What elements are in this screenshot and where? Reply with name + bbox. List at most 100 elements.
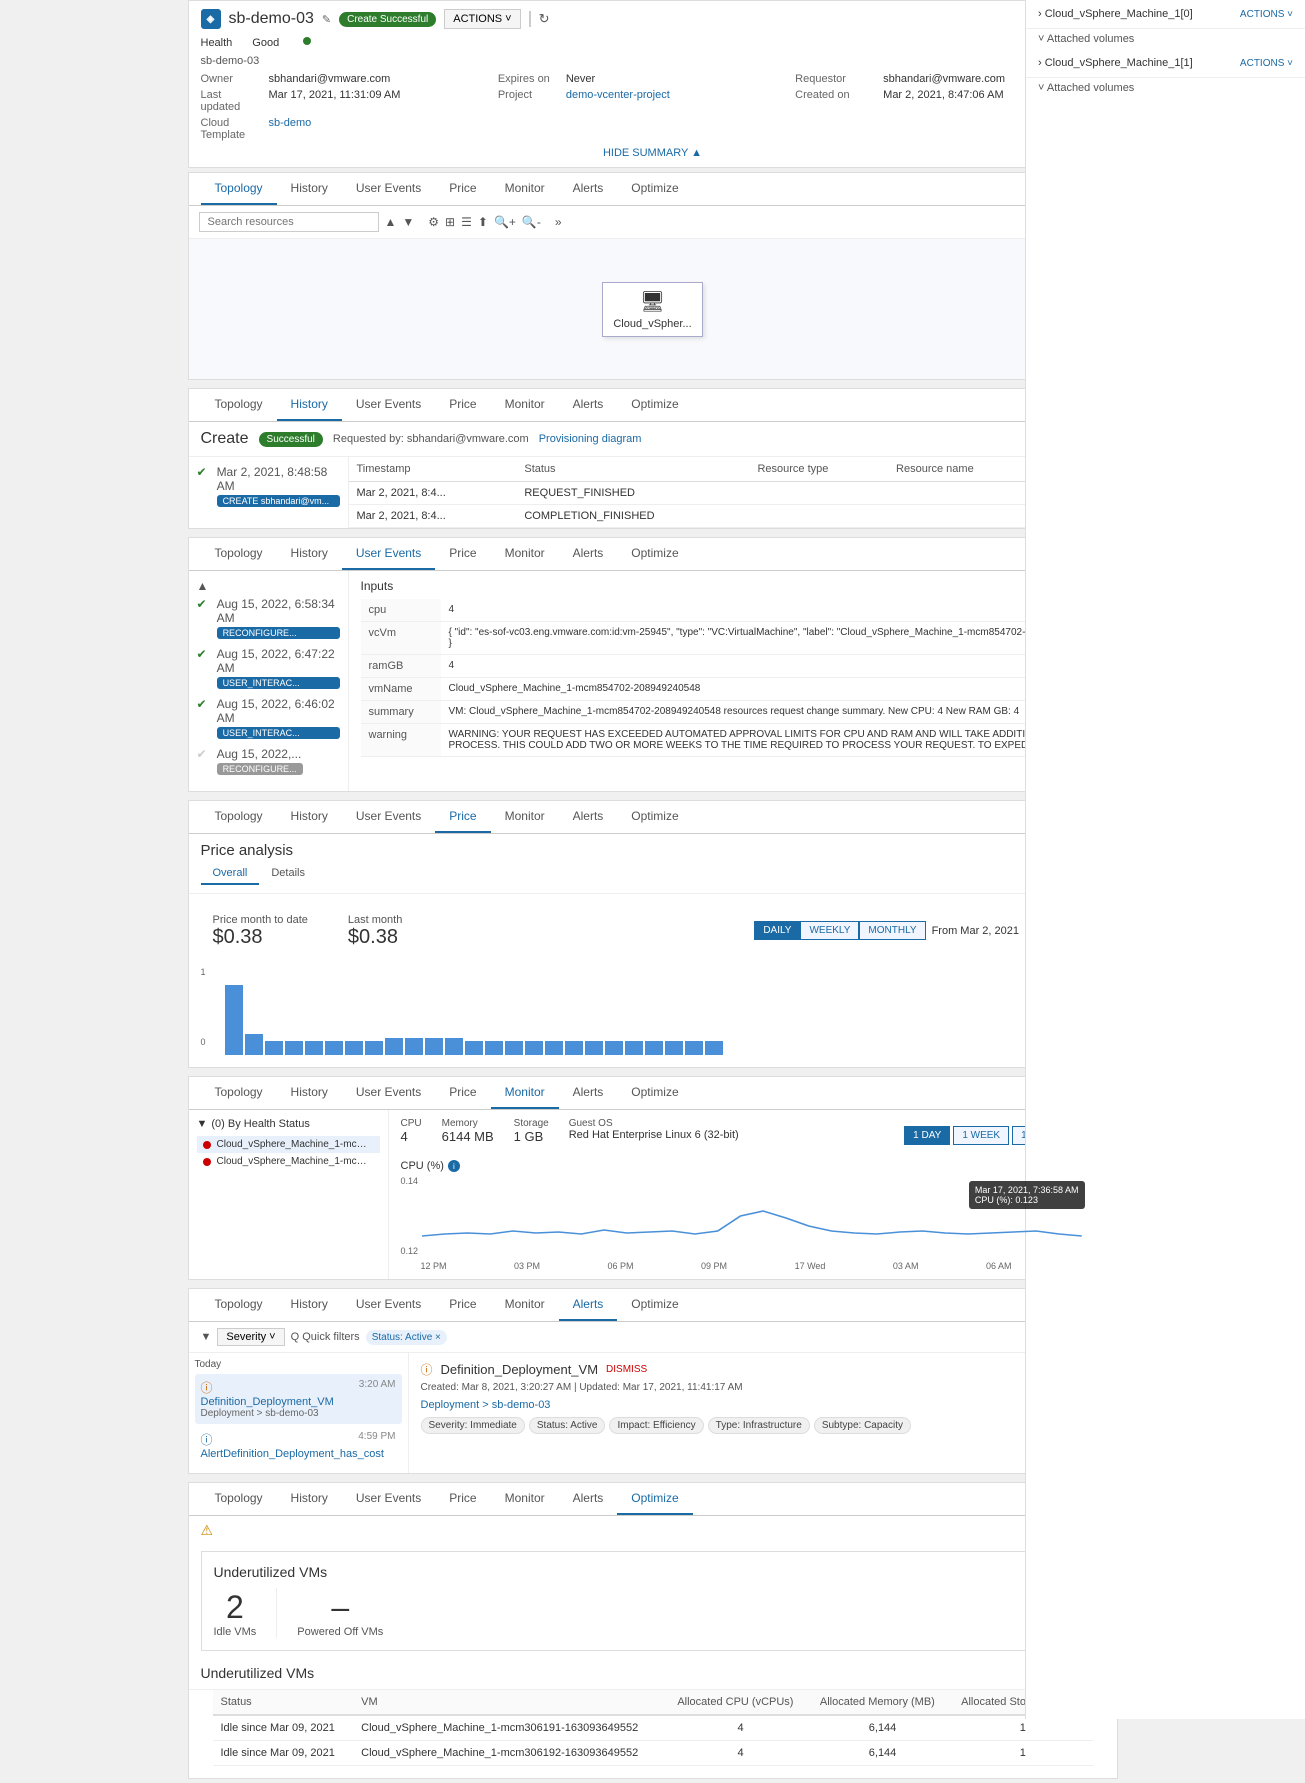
tab-topology-4[interactable]: Topology [201, 801, 277, 833]
tab-optimize-2[interactable]: Optimize [617, 389, 692, 421]
quick-filter-input[interactable]: Q Quick filters [291, 1331, 360, 1343]
edit-icon[interactable]: ✎ [322, 13, 331, 26]
col-resource-type: Resource type [749, 457, 888, 482]
optimize-title: Underutilized VMs [214, 1564, 1092, 1588]
tab-optimize-4[interactable]: Optimize [617, 801, 692, 833]
price-bar [565, 1041, 583, 1055]
xaxis-label: 06 PM [608, 1261, 634, 1271]
input-row: vmNameCloud_vSphere_Machine_1-mcm854702-… [361, 678, 1105, 701]
tab-optimize-5[interactable]: Optimize [617, 1077, 692, 1109]
list-icon[interactable]: ☰ [461, 215, 472, 229]
event-badge[interactable]: CREATE sbhandari@vm... [217, 495, 340, 507]
zoom-in-icon[interactable]: 🔍+ [494, 215, 516, 229]
ue-badge-3[interactable]: USER_INTERAC... [217, 727, 340, 739]
tab-price-7[interactable]: Price [435, 1483, 490, 1515]
opt-memory: 6,144 [812, 1741, 953, 1766]
tab-topology-7[interactable]: Topology [201, 1483, 277, 1515]
vm-node[interactable]: 🖥 Cloud_vSpher... [602, 282, 702, 337]
tab-monitor-4[interactable]: Monitor [491, 801, 559, 833]
storage-value: 1 GB [514, 1129, 549, 1144]
tab-monitor-7[interactable]: Monitor [491, 1483, 559, 1515]
ue-badge-2[interactable]: USER_INTERAC... [217, 677, 340, 689]
tab-user-events-4[interactable]: User Events [342, 801, 435, 833]
tab-topology-5[interactable]: Topology [201, 1077, 277, 1109]
monitor-1day[interactable]: 1 DAY [904, 1126, 950, 1145]
tab-monitor-2[interactable]: Monitor [491, 389, 559, 421]
tab-optimize-6[interactable]: Optimize [617, 1289, 692, 1321]
zoom-out-icon[interactable]: 🔍- [522, 215, 541, 229]
tab-user-events-5[interactable]: User Events [342, 1077, 435, 1109]
monitor-vm-0[interactable]: Cloud_vSphere_Machine_1-mcm306191-163093… [197, 1136, 380, 1153]
tab-alerts-4[interactable]: Alerts [559, 801, 618, 833]
period-daily[interactable]: DAILY [754, 921, 800, 940]
tab-history-7[interactable]: History [277, 1483, 342, 1515]
monitor-vm-1[interactable]: Cloud_vSphere_Machine_1-mcm306192-163093… [197, 1153, 380, 1170]
tab-topology-3[interactable]: Topology [201, 538, 277, 570]
tab-monitor-1[interactable]: Monitor [491, 173, 559, 205]
period-weekly[interactable]: WEEKLY [800, 921, 859, 940]
tab-monitor-3[interactable]: Monitor [491, 538, 559, 570]
tab-history-1[interactable]: History [277, 173, 342, 205]
tab-optimize-3[interactable]: Optimize [617, 538, 692, 570]
tab-monitor-6[interactable]: Monitor [491, 1289, 559, 1321]
ue-badge-4[interactable]: RECONFIGURE... [217, 763, 303, 775]
tab-history-2[interactable]: History [277, 389, 342, 421]
tab-user-events-1[interactable]: User Events [342, 173, 435, 205]
owner-value: sbhandari@vmware.com [269, 73, 490, 85]
tab-user-events-3[interactable]: User Events [342, 538, 435, 570]
provisioning-diagram-link[interactable]: Provisioning diagram [539, 433, 642, 445]
actions-button[interactable]: ACTIONS ˅ [444, 9, 520, 29]
tab-user-events-2[interactable]: User Events [342, 389, 435, 421]
hide-summary-btn[interactable]: HIDE SUMMARY ▲ [201, 147, 1105, 159]
tab-history-5[interactable]: History [277, 1077, 342, 1109]
tab-alerts-2[interactable]: Alerts [559, 389, 618, 421]
export-icon[interactable]: ⬆ [478, 215, 488, 229]
alert-item-0[interactable]: 3:20 AM ⓘ Definition_Deployment_VM Deplo… [195, 1374, 402, 1424]
collapse-icon[interactable]: ▲ [197, 579, 209, 593]
tab-alerts-5[interactable]: Alerts [559, 1077, 618, 1109]
refresh-icon[interactable]: ↻ [539, 11, 550, 27]
tab-optimize-7[interactable]: Optimize [617, 1483, 692, 1515]
ue-badge-1[interactable]: RECONFIGURE... [217, 627, 340, 639]
tab-alerts-1[interactable]: Alerts [559, 173, 618, 205]
severity-button[interactable]: Severity ˅ [217, 1328, 284, 1346]
cloud-template-link[interactable]: sb-demo [269, 117, 490, 141]
tab-price-1[interactable]: Price [435, 173, 490, 205]
tab-topology-2[interactable]: Topology [201, 389, 277, 421]
y-mid: 0.12 [401, 1246, 419, 1256]
tab-price-4[interactable]: Price [435, 801, 490, 833]
tab-user-events-7[interactable]: User Events [342, 1483, 435, 1515]
tab-price-6[interactable]: Price [435, 1289, 490, 1321]
tab-monitor-5[interactable]: Monitor [491, 1077, 559, 1109]
expand-panel-icon[interactable]: » [555, 215, 562, 229]
tab-topology-6[interactable]: Topology [201, 1289, 277, 1321]
filter-triangle[interactable]: ▼ [197, 1118, 208, 1130]
alert-breadcrumb[interactable]: Deployment > sb-demo-03 [421, 1399, 551, 1411]
price-tab-details[interactable]: Details [259, 863, 317, 885]
tab-alerts-6[interactable]: Alerts [559, 1289, 618, 1321]
topology-search[interactable] [199, 212, 379, 232]
dismiss-button[interactable]: DISMISS [606, 1364, 647, 1375]
tab-topology[interactable]: Topology [201, 173, 277, 205]
tab-alerts-7[interactable]: Alerts [559, 1483, 618, 1515]
status-active-tag[interactable]: Status: Active × [366, 1330, 447, 1345]
grid-icon[interactable]: ⊞ [445, 215, 455, 229]
tab-price-2[interactable]: Price [435, 389, 490, 421]
tab-optimize-1[interactable]: Optimize [617, 173, 692, 205]
alert-item-1[interactable]: 4:59 PM ⓘ AlertDefinition_Deployment_has… [195, 1426, 402, 1465]
tab-alerts-3[interactable]: Alerts [559, 538, 618, 570]
project-link[interactable]: demo-vcenter-project [566, 89, 787, 113]
check-icon-3: ✔ [197, 697, 207, 711]
period-monthly[interactable]: MONTHLY [859, 921, 925, 940]
search-nav-up[interactable]: ▲ [385, 215, 397, 229]
tab-price-5[interactable]: Price [435, 1077, 490, 1109]
search-nav-down[interactable]: ▼ [402, 215, 414, 229]
settings-icon[interactable]: ⚙ [428, 215, 439, 229]
price-tab-overall[interactable]: Overall [201, 863, 260, 885]
tab-user-events-6[interactable]: User Events [342, 1289, 435, 1321]
tab-history-3[interactable]: History [277, 538, 342, 570]
tab-history-4[interactable]: History [277, 801, 342, 833]
tab-history-6[interactable]: History [277, 1289, 342, 1321]
monitor-1week[interactable]: 1 WEEK [953, 1126, 1009, 1145]
tab-price-3[interactable]: Price [435, 538, 490, 570]
